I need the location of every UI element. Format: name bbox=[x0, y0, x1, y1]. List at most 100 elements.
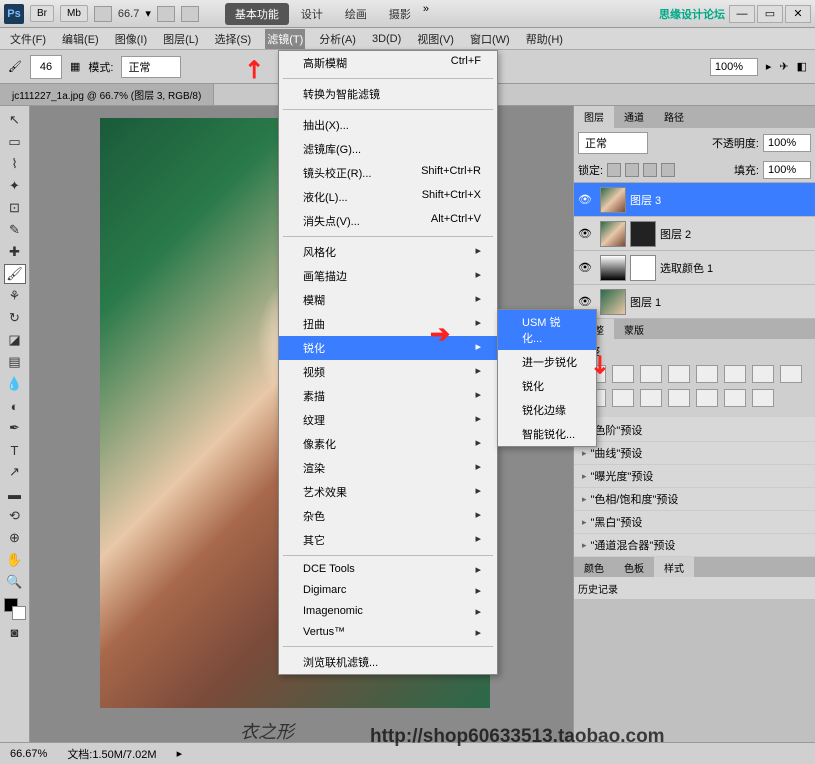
paths-tab[interactable]: 路径 bbox=[654, 106, 694, 128]
menu-artistic[interactable]: 艺术效果▸ bbox=[279, 480, 497, 504]
submenu-sharpen[interactable]: 锐化 bbox=[498, 374, 596, 398]
submenu-sharpen-edges[interactable]: 锐化边缘 bbox=[498, 398, 596, 422]
layer-name[interactable]: 图层 1 bbox=[630, 294, 661, 310]
menu-brush-strokes[interactable]: 画笔描边▸ bbox=[279, 264, 497, 288]
opacity-input[interactable]: 100% bbox=[710, 58, 758, 76]
airbrush-icon[interactable]: ✈ bbox=[779, 60, 788, 73]
blur-tool[interactable]: 💧 bbox=[4, 374, 26, 394]
layers-tab[interactable]: 图层 bbox=[574, 106, 614, 128]
screen-mode-icon[interactable] bbox=[181, 6, 199, 22]
layer-row[interactable]: 👁 图层 3 bbox=[574, 183, 815, 217]
visibility-icon[interactable]: 👁 bbox=[574, 261, 596, 274]
menu-video[interactable]: 视频▸ bbox=[279, 360, 497, 384]
preset-item[interactable]: ▸"黑白"预设 bbox=[574, 511, 815, 534]
brush-tool[interactable]: 🖌 bbox=[4, 264, 26, 284]
menu-sketch[interactable]: 素描▸ bbox=[279, 384, 497, 408]
type-tool[interactable]: T bbox=[4, 440, 26, 460]
exposure-icon[interactable] bbox=[668, 365, 690, 383]
history-brush-tool[interactable]: ↻ bbox=[4, 308, 26, 328]
layer-blend-select[interactable]: 正常 bbox=[578, 132, 648, 154]
masks-tab[interactable]: 蒙版 bbox=[614, 319, 654, 339]
layer-thumbnail[interactable] bbox=[600, 187, 626, 213]
3d-camera-tool[interactable]: ⊕ bbox=[4, 528, 26, 548]
menu-filter[interactable]: 滤镜(T) bbox=[265, 29, 305, 49]
invert-icon[interactable] bbox=[640, 389, 662, 407]
visibility-icon[interactable]: 👁 bbox=[574, 227, 596, 240]
view-icon[interactable] bbox=[94, 6, 112, 22]
menu-noise[interactable]: 杂色▸ bbox=[279, 504, 497, 528]
arrange-icon[interactable] bbox=[157, 6, 175, 22]
dodge-tool[interactable]: ◐ bbox=[4, 396, 26, 416]
menu-vertus[interactable]: Vertus™▸ bbox=[279, 622, 497, 643]
quickmask-tool[interactable]: ◙ bbox=[4, 622, 26, 642]
color-swatches[interactable] bbox=[4, 598, 26, 620]
preset-item[interactable]: ▸"曲线"预设 bbox=[574, 442, 815, 465]
menu-view[interactable]: 视图(V) bbox=[415, 29, 456, 49]
menu-3d[interactable]: 3D(D) bbox=[370, 31, 403, 47]
channels-tab[interactable]: 通道 bbox=[614, 106, 654, 128]
adjustment-thumbnail[interactable] bbox=[600, 255, 626, 281]
menu-dce[interactable]: DCE Tools▸ bbox=[279, 559, 497, 580]
menu-image[interactable]: 图像(I) bbox=[113, 29, 149, 49]
tab-painting[interactable]: 绘画 bbox=[335, 3, 377, 25]
menu-imagenomic[interactable]: Imagenomic▸ bbox=[279, 601, 497, 622]
mixer-icon[interactable] bbox=[612, 389, 634, 407]
menu-last-filter[interactable]: 高斯模糊Ctrl+F bbox=[279, 51, 497, 75]
bridge-button[interactable]: Br bbox=[30, 5, 54, 22]
workspace-more-icon[interactable]: » bbox=[423, 3, 429, 25]
minibridge-button[interactable]: Mb bbox=[60, 5, 88, 22]
layer-name[interactable]: 图层 3 bbox=[630, 192, 661, 208]
document-tab[interactable]: jc111227_1a.jpg @ 66.7% (图层 3, RGB/8) bbox=[0, 84, 214, 105]
styles-tab[interactable]: 样式 bbox=[654, 557, 694, 577]
tablet-icon[interactable]: ◧ bbox=[797, 60, 807, 73]
3d-tool[interactable]: ⟲ bbox=[4, 506, 26, 526]
menu-texture[interactable]: 纹理▸ bbox=[279, 408, 497, 432]
lasso-tool[interactable]: ⌇ bbox=[4, 154, 26, 174]
menu-lens-correction[interactable]: 镜头校正(R)...Shift+Ctrl+R bbox=[279, 161, 497, 185]
layer-mask-thumbnail[interactable] bbox=[630, 221, 656, 247]
menu-convert-smart[interactable]: 转换为智能滤镜 bbox=[279, 82, 497, 106]
layer-name[interactable]: 图层 2 bbox=[660, 226, 691, 242]
maximize-button[interactable]: ▭ bbox=[757, 5, 783, 23]
marquee-tool[interactable]: ▭ bbox=[4, 132, 26, 152]
menu-window[interactable]: 窗口(W) bbox=[468, 29, 512, 49]
menu-distort[interactable]: 扭曲▸ bbox=[279, 312, 497, 336]
preset-item[interactable]: ▸"色相/饱和度"预设 bbox=[574, 488, 815, 511]
layer-mask-thumbnail[interactable] bbox=[630, 255, 656, 281]
menu-liquify[interactable]: 液化(L)...Shift+Ctrl+X bbox=[279, 185, 497, 209]
brush-panel-icon[interactable]: ▦ bbox=[70, 60, 80, 73]
preset-item[interactable]: ▸"曝光度"预设 bbox=[574, 465, 815, 488]
bw-icon[interactable] bbox=[780, 365, 802, 383]
menu-browse-online[interactable]: 浏览联机滤镜... bbox=[279, 650, 497, 674]
layer-row[interactable]: 👁 图层 1 bbox=[574, 285, 815, 319]
threshold-icon[interactable] bbox=[696, 389, 718, 407]
tab-photography[interactable]: 摄影 bbox=[379, 3, 421, 25]
menu-sharpen[interactable]: 锐化▸ bbox=[279, 336, 497, 360]
tab-essentials[interactable]: 基本功能 bbox=[225, 3, 289, 25]
eraser-tool[interactable]: ◪ bbox=[4, 330, 26, 350]
layer-thumbnail[interactable] bbox=[600, 289, 626, 315]
menu-extract[interactable]: 抽出(X)... bbox=[279, 113, 497, 137]
preset-item[interactable]: ▸"通道混合器"预设 bbox=[574, 534, 815, 557]
menu-layer[interactable]: 图层(L) bbox=[161, 29, 200, 49]
layer-fill-input[interactable]: 100% bbox=[763, 161, 811, 179]
layer-opacity-input[interactable]: 100% bbox=[763, 134, 811, 152]
zoom-tool[interactable]: 🔍 bbox=[4, 572, 26, 592]
minimize-button[interactable]: — bbox=[729, 5, 755, 23]
menu-stylize[interactable]: 风格化▸ bbox=[279, 240, 497, 264]
wand-tool[interactable]: ✦ bbox=[4, 176, 26, 196]
layer-thumbnail[interactable] bbox=[600, 221, 626, 247]
layer-name[interactable]: 选取颜色 1 bbox=[660, 260, 713, 276]
menu-file[interactable]: 文件(F) bbox=[8, 29, 48, 49]
status-arrow-icon[interactable]: ▸ bbox=[177, 747, 183, 760]
swatches-tab[interactable]: 色板 bbox=[614, 557, 654, 577]
close-button[interactable]: ✕ bbox=[785, 5, 811, 23]
submenu-usm[interactable]: USM 锐化... bbox=[498, 310, 596, 350]
gradient-map-icon[interactable] bbox=[724, 389, 746, 407]
vibrance-icon[interactable] bbox=[696, 365, 718, 383]
stamp-tool[interactable]: ⚘ bbox=[4, 286, 26, 306]
gradient-tool[interactable]: ▤ bbox=[4, 352, 26, 372]
color-tab[interactable]: 颜色 bbox=[574, 557, 614, 577]
preset-item[interactable]: ▸"色阶"预设 bbox=[574, 419, 815, 442]
menu-filter-gallery[interactable]: 滤镜库(G)... bbox=[279, 137, 497, 161]
